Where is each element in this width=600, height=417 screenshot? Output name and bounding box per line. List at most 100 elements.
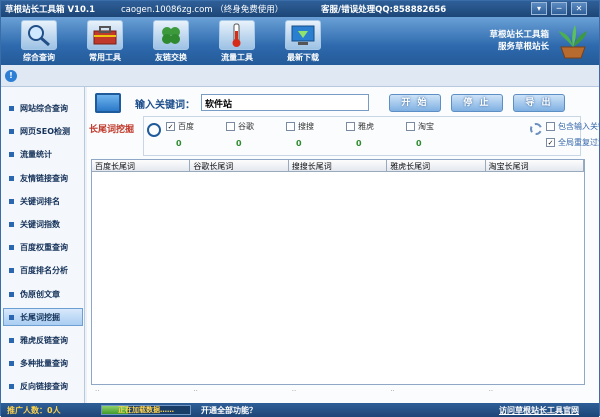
row-dot: .. [390, 385, 395, 393]
ribbon-latest-download[interactable]: 最新下载 [277, 19, 329, 64]
toolbox-icon [87, 20, 123, 50]
sidebar-item[interactable]: 反向链接查询 [3, 377, 83, 395]
sidebar-item[interactable]: 友情链接查询 [3, 169, 83, 187]
row-dot: .. [193, 385, 198, 393]
ribbon-label: 常用工具 [89, 53, 121, 62]
bullet-icon [9, 106, 14, 111]
sidebar-item[interactable]: 雅虎反链查询 [3, 331, 83, 349]
visit-site-link[interactable]: 访问草根站长工具官网 [499, 405, 579, 416]
ribbon-label: 流量工具 [221, 53, 253, 62]
ribbon-comprehensive-query[interactable]: 综合查询 [13, 19, 65, 64]
engine-checkbox[interactable]: 谷歌 [226, 121, 254, 135]
option-label: 包含输入关键词 [558, 122, 600, 131]
checkbox-icon[interactable] [406, 122, 415, 131]
thermometer-icon [219, 20, 255, 50]
column-header[interactable]: 谷歌长尾词 [190, 160, 289, 172]
bullet-icon [9, 245, 14, 251]
table-header: 百度长尾词 谷歌长尾词 搜搜长尾词 雅虎长尾词 淘宝长尾词 [92, 160, 584, 172]
sidebar-item-label: 友情链接查询 [20, 173, 68, 183]
bullet-icon [9, 361, 14, 367]
open-all-link[interactable]: 开通全部功能？ [201, 405, 257, 416]
sidebar: 网站综合查询网页SEO检测流量统计友情链接查询 关键词排名关键词指数百度权重查询百… [1, 87, 85, 403]
checkbox-icon[interactable] [346, 122, 355, 131]
main-panel: 输入关键词： 软件站 开 始 停 止 导 出 长尾词挖掘 ✓ 百度 0 谷歌 0 搜搜 0 雅… [87, 87, 600, 403]
engine-options-box: ✓百度0谷歌0搜搜0雅虎0淘宝0包含输入关键词✓全局重复过滤 [143, 116, 600, 156]
sidebar-item[interactable]: 百度权重查询 [3, 238, 83, 256]
ribbon-traffic-tools[interactable]: 流量工具 [211, 19, 263, 64]
magnifier-icon [147, 123, 161, 137]
engine-count: 0 [236, 139, 242, 148]
sidebar-item[interactable]: 流量统计 [3, 145, 83, 163]
sidebar-item[interactable]: 关键词排名 [3, 192, 83, 210]
sidebar-item[interactable]: 百度排名分析 [3, 261, 83, 279]
sidebar-item-label: 反向链接查询 [20, 382, 68, 392]
keyword-input[interactable]: 软件站 [201, 94, 369, 111]
brand-block: 草根站长工具箱 服务草根站长 [489, 29, 549, 53]
results-table[interactable]: 百度长尾词 谷歌长尾词 搜搜长尾词 雅虎长尾词 淘宝长尾词 [91, 159, 585, 385]
minimize-button[interactable]: ─ [551, 2, 567, 15]
sidebar-item[interactable]: 伪原创文章 [3, 285, 83, 303]
gear-icon [530, 123, 542, 135]
engine-name: 谷歌 [238, 122, 254, 131]
sidebar-item[interactable]: 多种批量查询 [3, 354, 83, 372]
start-button[interactable]: 开 始 [389, 94, 441, 112]
column-header[interactable]: 搜搜长尾词 [289, 160, 388, 172]
support-qq: 客服/错误处理QQ:858882656 [321, 5, 447, 15]
close-button[interactable]: ✕ [571, 2, 587, 15]
status-bar: 推广人数：0人 正在加载数据…… 开通全部功能？ 访问草根站长工具官网 [1, 403, 599, 417]
bullet-icon [9, 314, 14, 320]
option-label: 全局重复过滤 [558, 138, 600, 147]
checkbox-icon[interactable] [546, 122, 555, 131]
bullet-icon [9, 198, 14, 204]
sidebar-item-label: 关键词指数 [20, 220, 60, 229]
notice-bar: ! [1, 65, 599, 87]
brand-line-2: 服务草根站长 [497, 42, 549, 52]
ribbon-label: 最新下载 [287, 53, 319, 62]
monitor-icon [95, 93, 121, 113]
option-checkbox[interactable]: ✓全局重复过滤 [546, 137, 600, 149]
sidebar-item[interactable]: 网页SEO检测 [3, 122, 83, 140]
checkbox-icon[interactable]: ✓ [166, 122, 175, 131]
sidebar-item-label: 网页SEO检测 [20, 127, 71, 137]
stop-button[interactable]: 停 止 [451, 94, 503, 112]
engine-count: 0 [416, 139, 422, 148]
sidebar-item[interactable]: 长尾词挖掘 [3, 307, 83, 326]
clover-icon [153, 20, 189, 50]
pin-button[interactable]: ▾ [531, 2, 547, 15]
checkbox-icon[interactable] [226, 122, 235, 131]
progress-bar: 正在加载数据…… [101, 405, 191, 415]
row-dot: .. [95, 385, 100, 393]
sidebar-item[interactable]: 网站综合查询 [3, 99, 83, 117]
ribbon-toolbar: 综合查询 常用工具 友链交换 流量工具 最新下载 草根站长工具箱 服务草根站长 [1, 17, 599, 65]
sidebar-item-label: 百度权重查询 [20, 243, 68, 253]
checkbox-icon[interactable] [286, 122, 295, 131]
sidebar-item-label: 雅虎反链查询 [20, 336, 68, 345]
export-button[interactable]: 导 出 [513, 94, 565, 112]
engine-checkbox[interactable]: ✓ 百度 [166, 121, 194, 135]
engine-count: 0 [296, 139, 302, 148]
app-window: 草根站长工具箱 V10.1 caogen.10086zg.com （终身免费使用… [0, 0, 600, 417]
ribbon-link-exchange[interactable]: 友链交换 [145, 19, 197, 64]
column-header[interactable]: 雅虎长尾词 [387, 160, 486, 172]
checkbox-icon[interactable]: ✓ [546, 138, 555, 147]
column-header[interactable]: 百度长尾词 [92, 160, 191, 172]
title-bar: 草根站长工具箱 V10.1 caogen.10086zg.com （终身免费使用… [1, 1, 599, 17]
ribbon-common-tools[interactable]: 常用工具 [79, 19, 131, 64]
engine-checkbox[interactable]: 淘宝 [406, 121, 434, 135]
info-icon[interactable]: ! [5, 70, 17, 82]
row-dot: .. [291, 385, 297, 393]
column-header[interactable]: 淘宝长尾词 [486, 160, 584, 172]
engine-checkbox[interactable]: 雅虎 [346, 121, 374, 135]
sidebar-item-label: 关键词排名 [20, 196, 60, 206]
engine-name: 雅虎 [358, 122, 374, 131]
engine-name: 搜搜 [298, 122, 314, 131]
sidebar-item-label: 多种批量查询 [20, 359, 68, 369]
bullet-icon [9, 384, 14, 390]
sidebar-item[interactable]: 关键词指数 [3, 215, 83, 233]
bullet-icon [9, 268, 14, 274]
option-checkbox[interactable]: 包含输入关键词 [546, 121, 600, 133]
magnifier-icon [21, 20, 57, 50]
sidebar-item-label: 长尾词挖掘 [20, 312, 60, 322]
download-icon [285, 20, 321, 50]
engine-checkbox[interactable]: 搜搜 [286, 121, 314, 135]
